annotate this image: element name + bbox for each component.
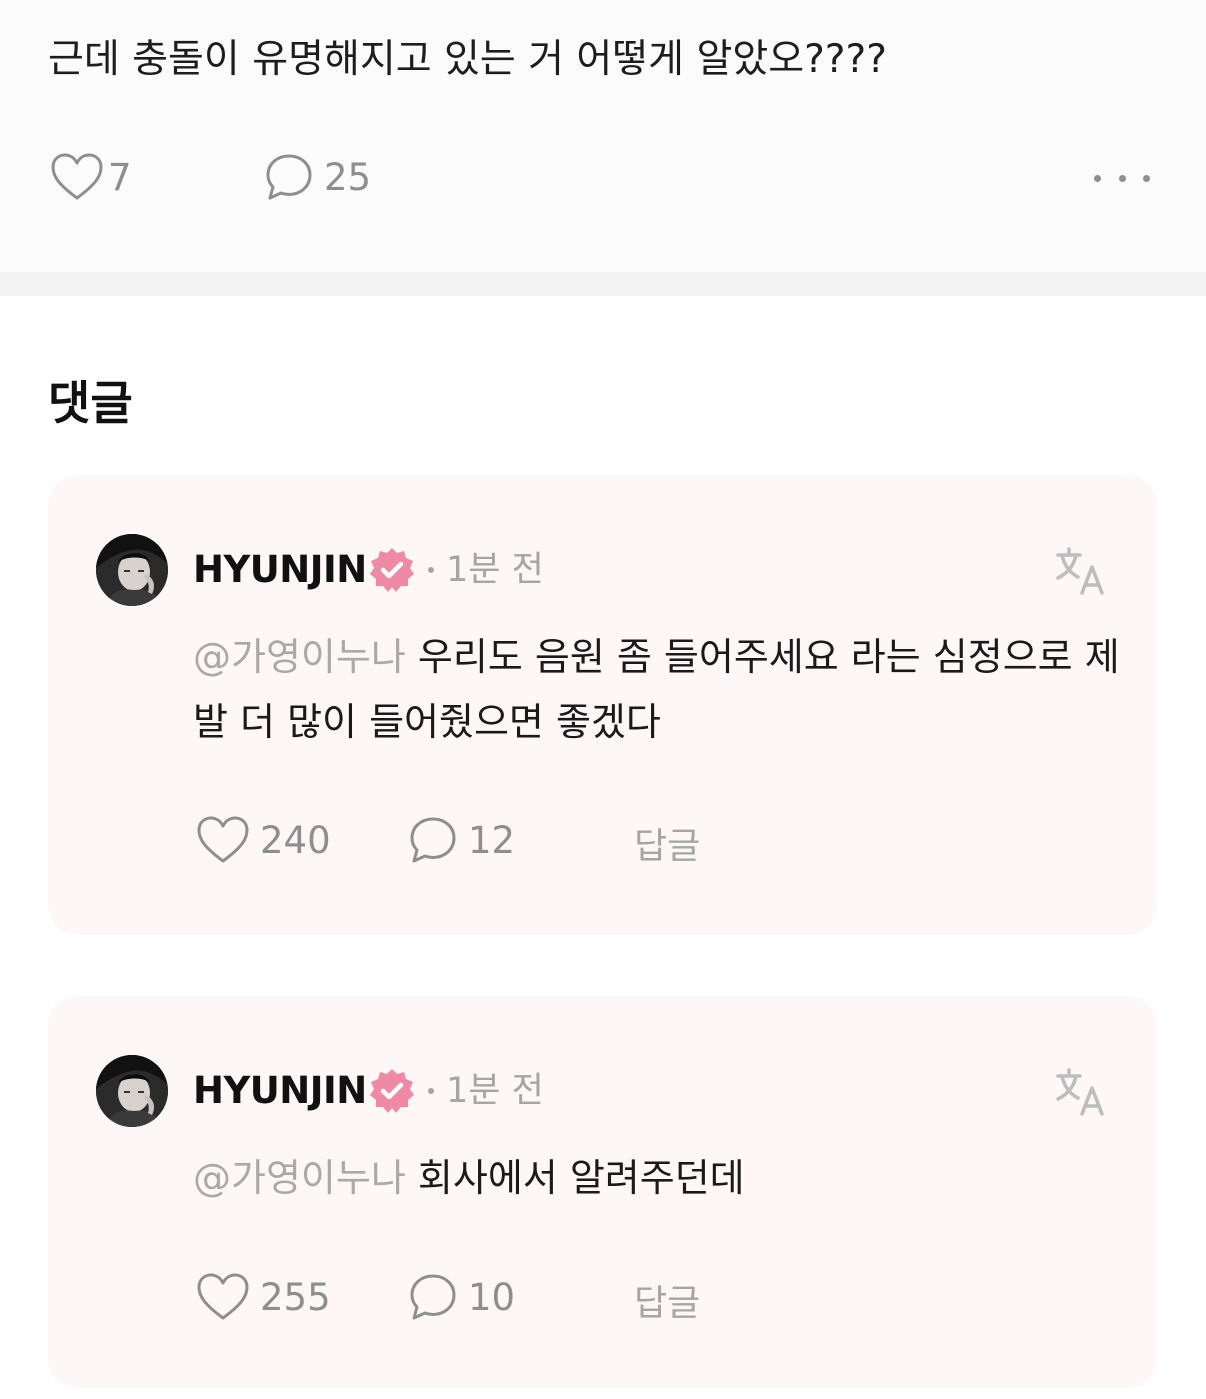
comment-reply-count-button[interactable]: 12 <box>408 815 515 865</box>
avatar[interactable] <box>96 534 168 606</box>
comment-like-count: 255 <box>260 1275 331 1319</box>
translate-icon[interactable] <box>1054 1066 1106 1118</box>
comments-section-title: 댓글 <box>48 376 133 430</box>
verified-badge-icon <box>370 1069 414 1113</box>
heart-icon <box>197 1273 249 1320</box>
comment-like-count: 240 <box>260 818 331 862</box>
comment-bubble-icon <box>266 154 312 200</box>
post-like-button[interactable]: 7 <box>50 152 132 202</box>
comment-bubble-icon <box>410 817 456 863</box>
comment-content: 회사에서 알려주던데 <box>417 1156 745 1200</box>
comment-card: HYUNJIN 1분 전 @가영이누나 우리도 음원 좀 들어주세요 라는 심정… <box>48 475 1157 935</box>
comment-mention[interactable]: @가영이누나 <box>193 1156 406 1200</box>
post-text: 근데 충돌이 유명해지고 있는 거 어떻게 알았오???? <box>48 37 887 82</box>
comment-reply-count: 10 <box>468 1275 516 1319</box>
avatar-image <box>96 1055 168 1127</box>
separator-dot <box>428 567 434 573</box>
comment-bubble-icon <box>410 1274 456 1320</box>
verified-badge-icon <box>370 548 414 592</box>
comment-time: 1분 전 <box>446 1071 544 1111</box>
reply-button[interactable]: 답글 <box>634 1274 700 1326</box>
post: 근데 충돌이 유명해지고 있는 거 어떻게 알았오???? 7 25 <box>0 0 1206 272</box>
comment-author[interactable]: HYUNJIN <box>193 1067 367 1115</box>
comment-reply-count-button[interactable]: 10 <box>408 1272 515 1322</box>
post-like-count: 7 <box>108 155 132 199</box>
comment-card: HYUNJIN 1분 전 @가영이누나 회사에서 알려주던데 255 10 답글 <box>48 996 1157 1388</box>
comment-time: 1분 전 <box>446 550 544 590</box>
heart-icon <box>51 153 103 200</box>
more-icon-dot <box>1143 174 1150 182</box>
heart-icon <box>197 816 249 863</box>
comment-text: @가영이누나 회사에서 알려주던데 <box>193 1146 1123 1211</box>
avatar-image <box>96 534 168 606</box>
reply-button[interactable]: 답글 <box>634 817 700 869</box>
avatar[interactable] <box>96 1055 168 1127</box>
post-comment-count: 25 <box>324 155 372 199</box>
section-divider <box>0 272 1206 296</box>
translate-icon[interactable] <box>1054 545 1106 597</box>
comment-text: @가영이누나 우리도 음원 좀 들어주세요 라는 심정으로 제발 더 많이 들어… <box>193 625 1123 755</box>
comment-like-button[interactable]: 240 <box>196 815 331 865</box>
more-icon-dot <box>1118 174 1126 182</box>
comment-mention[interactable]: @가영이누나 <box>193 635 406 679</box>
more-icon <box>1094 174 1101 182</box>
separator-dot <box>428 1088 434 1094</box>
comment-author[interactable]: HYUNJIN <box>193 546 367 594</box>
comment-like-button[interactable]: 255 <box>196 1272 331 1322</box>
more-options-button[interactable] <box>1094 170 1150 186</box>
comment-reply-count: 12 <box>468 818 516 862</box>
post-comment-button[interactable]: 25 <box>264 152 371 202</box>
